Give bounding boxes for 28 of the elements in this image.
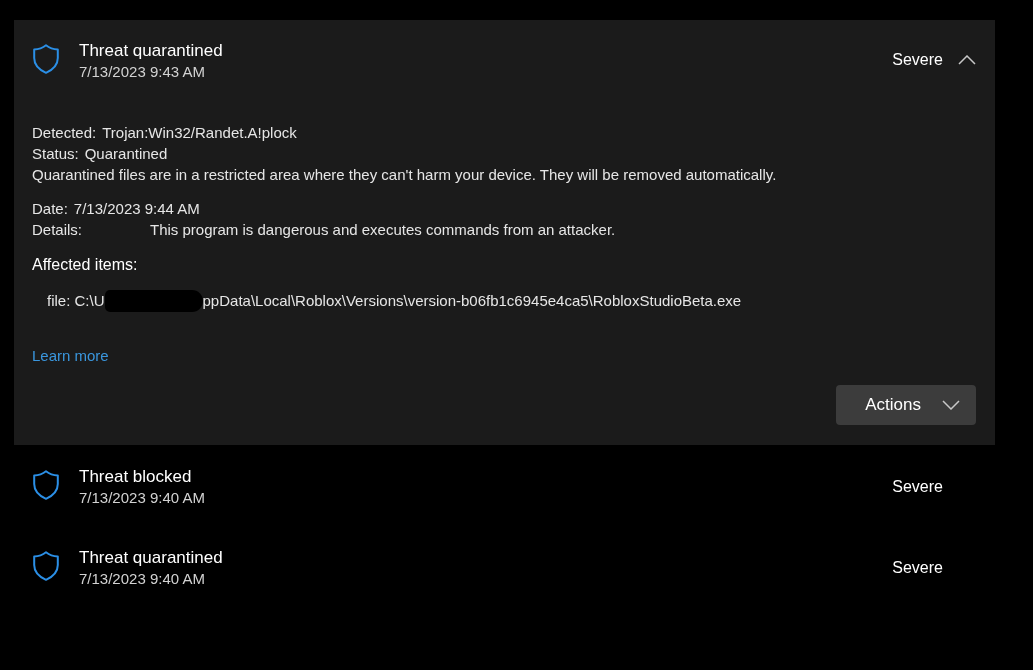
threat-title: Threat quarantined [79, 547, 223, 569]
file-path: file: C:\U [47, 292, 105, 309]
collapse-chevron-icon[interactable] [958, 55, 976, 65]
field-label: Status: [32, 144, 79, 164]
threat-time: 7/13/2023 9:43 AM [79, 62, 205, 82]
caret-icon [942, 400, 960, 410]
threat-title: Threat blocked [79, 466, 192, 488]
note-text: Quarantined files are in a restricted area where they can't harm your device. They will be removed automatically. [32, 166, 777, 183]
field-label: Date: [32, 199, 68, 219]
threat-title: Threat quarantined [79, 40, 223, 62]
field-value: 7/13/2023 9:44 AM [73, 200, 200, 217]
learn-more-link[interactable]: Learn more [32, 347, 109, 364]
shield-icon [33, 44, 59, 74]
section-heading: Affected items: [32, 255, 138, 275]
field-value: This program is dangerous and executes commands from an attacker. [150, 221, 616, 238]
severity-label: Severe [892, 478, 943, 496]
threat-time: 7/13/2023 9:40 AM [79, 488, 205, 508]
field-value: Quarantined [84, 145, 168, 162]
field-value: Trojan:Win32/Randet.A!plock [102, 124, 297, 141]
field-label: Details: [32, 221, 83, 238]
file-path: ppData\Local\Roblox\Versions\version-b06fb1c6945e4ca5\RobloxStudioBeta.exe [202, 292, 742, 309]
shield-icon [33, 470, 59, 500]
actions-button[interactable]: Actions [836, 385, 976, 425]
field-label: Detected: [32, 123, 97, 143]
severity-label: Severe [892, 51, 943, 69]
threat-time: 7/13/2023 9:40 AM [79, 569, 205, 589]
severity-label: Severe [892, 559, 943, 577]
shield-icon [33, 551, 59, 581]
